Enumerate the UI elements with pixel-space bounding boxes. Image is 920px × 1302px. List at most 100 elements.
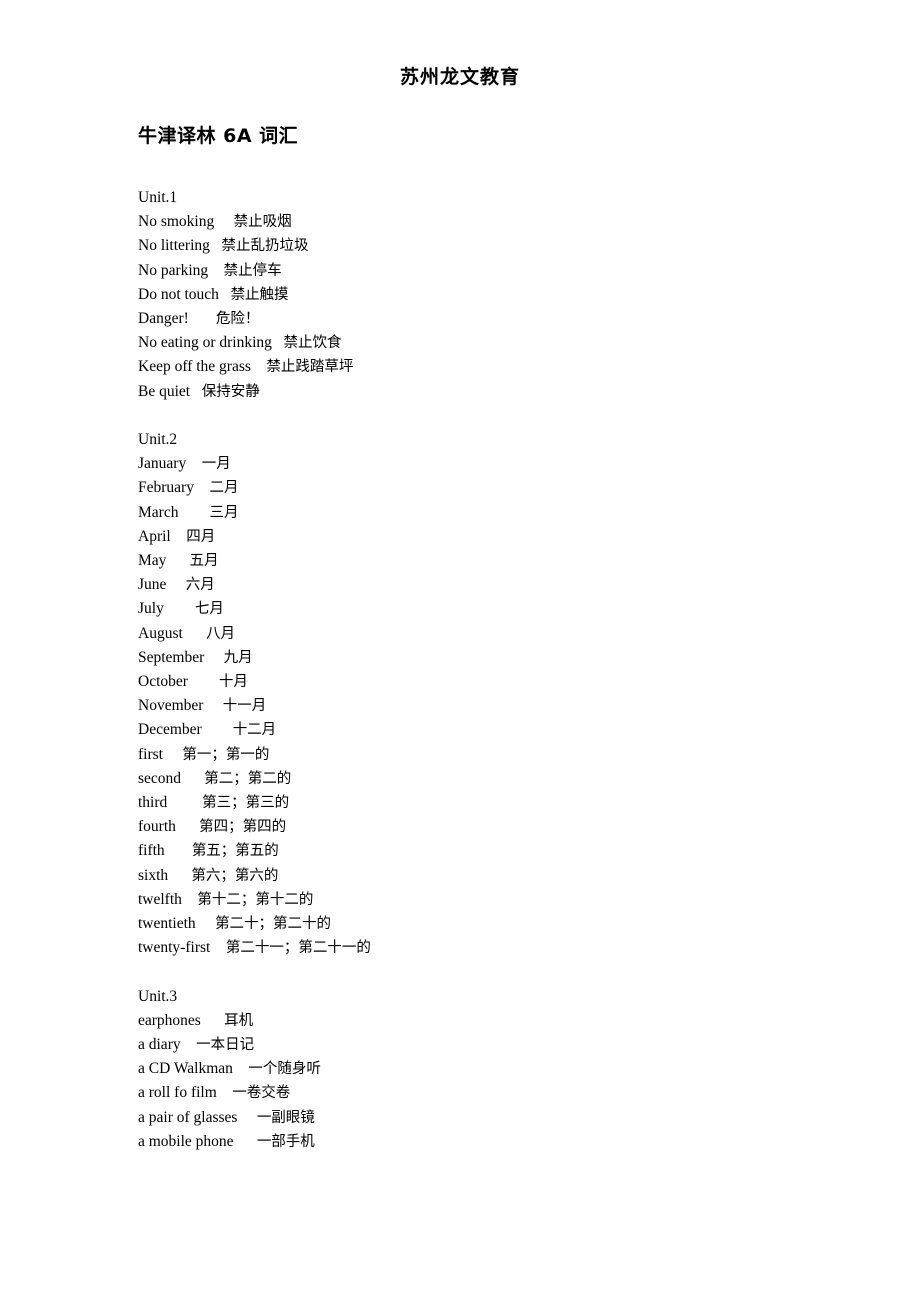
entry-gap	[201, 1012, 224, 1029]
vocabulary-entry: twenty-first 第二十一；第二十一的	[138, 936, 838, 960]
entry-chinese: 四月	[186, 528, 216, 545]
entry-chinese: 第五；第五的	[191, 843, 279, 860]
entry-chinese: 十一月	[222, 698, 267, 715]
vocabulary-list: Unit.1 No smoking 禁止吸烟 No littering 禁止乱扔垃圾…	[138, 186, 838, 1154]
vocabulary-entry: July 七月	[138, 597, 838, 621]
vocabulary-entry: October 十月	[138, 670, 838, 694]
entry-gap	[272, 334, 284, 351]
entry-english: December	[138, 721, 202, 739]
entry-english: September	[138, 648, 205, 666]
entry-gap	[194, 479, 210, 496]
vocabulary-entry: earphones 耳机	[138, 1009, 838, 1033]
entry-english: April	[138, 527, 171, 545]
vocabulary-entry: a CD Walkman 一个随身听	[138, 1057, 838, 1081]
entry-chinese: 一卷交卷	[232, 1085, 291, 1102]
entry-english: a CD Walkman	[138, 1060, 233, 1078]
entry-chinese: 禁止触摸	[230, 286, 289, 303]
vocabulary-entry: a roll fo film 一卷交卷	[138, 1081, 838, 1105]
entry-english: a roll fo film	[138, 1084, 217, 1102]
vocabulary-entry: February 二月	[138, 476, 838, 500]
entry-gap	[168, 867, 191, 884]
vocabulary-entry: a pair of glasses 一副眼镜	[138, 1106, 838, 1130]
vocabulary-entry: April 四月	[138, 525, 838, 549]
entry-gap	[190, 383, 202, 400]
vocabulary-entry: November 十一月	[138, 694, 838, 718]
vocabulary-entry: twentieth 第二十；第二十的	[138, 912, 838, 936]
entry-chinese: 保持安静	[201, 383, 260, 400]
entry-chinese: 七月	[194, 601, 224, 618]
vocabulary-entry: No littering 禁止乱扔垃圾	[138, 234, 838, 258]
entry-english: February	[138, 479, 194, 497]
entry-english: June	[138, 576, 167, 594]
entry-chinese: 禁止乱扔垃圾	[221, 238, 309, 255]
unit-block: Unit.3 earphones 耳机 a diary 一本日记 a CD Walkm…	[138, 985, 838, 1154]
entry-chinese: 禁止饮食	[283, 335, 342, 352]
unit-label: Unit.1	[138, 189, 178, 206]
vocabulary-entry: Keep off the grass 禁止践踏草坪	[138, 355, 838, 379]
vocabulary-entry: a diary 一本日记	[138, 1033, 838, 1057]
entry-chinese: 十二月	[232, 722, 277, 739]
entry-chinese: 第二；第二的	[204, 770, 292, 787]
unit-block: Unit.2 January 一月 February 二月 March 三月 April…	[138, 428, 838, 960]
entry-gap	[234, 1133, 257, 1150]
entry-chinese: 耳机	[224, 1012, 254, 1029]
entry-english: Danger!	[138, 310, 189, 328]
vocabulary-entry: May 五月	[138, 549, 838, 573]
entry-chinese: 禁止吸烟	[233, 214, 292, 231]
entry-chinese: 二月	[209, 480, 239, 497]
entry-gap	[217, 1084, 233, 1101]
unit-label: Unit.2	[138, 431, 178, 449]
entry-gap	[167, 794, 202, 811]
entry-gap	[233, 1060, 249, 1077]
vocabulary-entry: September 九月	[138, 646, 838, 670]
vocabulary-entry: fourth 第四；第四的	[138, 815, 838, 839]
entry-english: twelfth	[138, 890, 182, 908]
entry-chinese: 第十二；第十二的	[197, 891, 314, 908]
entry-english: No parking	[138, 261, 209, 279]
entry-chinese: 危险！	[215, 311, 260, 328]
entry-gap	[204, 649, 223, 666]
entry-english: May	[138, 552, 167, 570]
entry-english: No eating or drinking	[138, 334, 272, 352]
entry-english: October	[138, 673, 188, 691]
entry-gap	[181, 1036, 197, 1053]
entry-chinese: 九月	[223, 649, 253, 666]
entry-english: sixth	[138, 866, 169, 884]
document-header: 苏州龙文教育	[399, 66, 520, 88]
vocabulary-entry: June 六月	[138, 573, 838, 597]
vocabulary-entry: August 八月	[138, 622, 838, 646]
entry-english: No littering	[138, 237, 210, 255]
entry-english: Keep off the grass	[138, 358, 251, 376]
entry-gap	[165, 842, 192, 859]
entry-english: earphones	[138, 1011, 201, 1029]
entry-gap	[202, 721, 233, 738]
entry-gap	[210, 939, 226, 956]
entry-gap	[171, 528, 187, 545]
entry-chinese: 三月	[209, 504, 239, 521]
entry-english: first	[138, 745, 163, 763]
vocabulary-entry: Be quiet 保持安静	[138, 380, 838, 404]
entry-gap	[251, 358, 267, 375]
vocabulary-entry: sixth 第六；第六的	[138, 864, 838, 888]
entry-gap	[166, 576, 185, 593]
entry-chinese: 禁止停车	[223, 262, 282, 279]
entry-gap	[203, 697, 222, 714]
entry-gap	[186, 455, 202, 472]
entry-chinese: 第二十；第二十的	[215, 916, 332, 933]
entry-gap	[164, 600, 195, 617]
entry-gap	[189, 310, 216, 327]
entry-gap	[176, 818, 199, 835]
entry-english: November	[138, 697, 204, 715]
entry-chinese: 第二十一；第二十一的	[225, 940, 371, 957]
entry-english: Be quiet	[138, 382, 191, 400]
entry-english: July	[138, 600, 164, 618]
entry-gap	[178, 504, 209, 521]
entry-english: August	[138, 624, 183, 642]
entry-gap	[166, 552, 189, 569]
entry-chinese: 第六；第六的	[191, 867, 279, 884]
unit-block: Unit.1 No smoking 禁止吸烟 No littering 禁止乱扔垃圾…	[138, 186, 838, 404]
entry-english: fourth	[138, 818, 176, 836]
entry-english: No smoking	[138, 213, 215, 231]
